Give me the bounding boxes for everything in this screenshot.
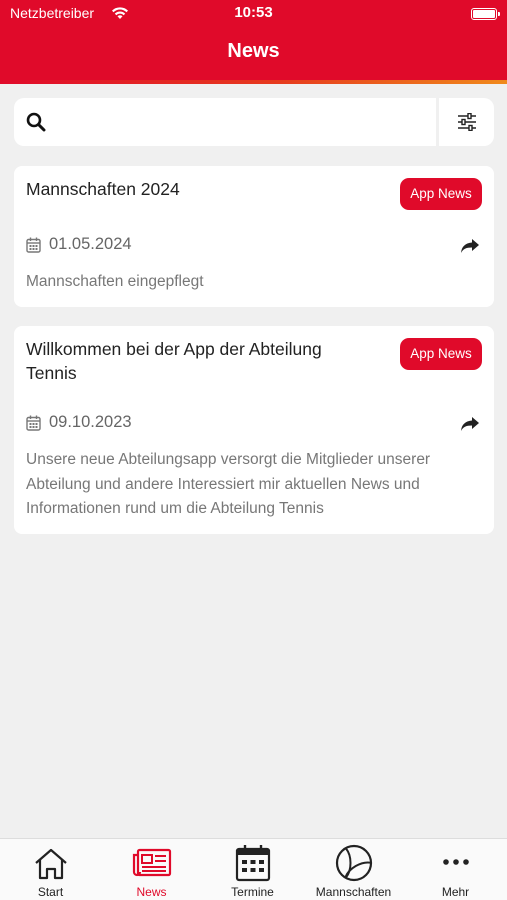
tab-mehr[interactable]: Mehr (405, 839, 506, 900)
news-date: 01.05.2024 (49, 235, 132, 253)
tab-label: Mehr (441, 885, 470, 899)
search-icon (26, 112, 46, 137)
search-bar (14, 98, 494, 146)
news-category-badge[interactable]: App News (400, 178, 482, 210)
search-box[interactable] (14, 98, 436, 146)
tab-termine[interactable]: Termine (202, 839, 303, 900)
sliders-icon (458, 113, 476, 131)
share-icon[interactable] (460, 238, 480, 259)
news-card[interactable]: Willkommen bei der App der Abteilung Ten… (14, 326, 494, 534)
news-category-badge[interactable]: App News (400, 338, 482, 370)
tab-label: Termine (231, 885, 274, 899)
home-icon (34, 848, 67, 880)
status-time: 10:53 (234, 4, 273, 21)
tab-label: Start (37, 885, 64, 899)
tab-label: Mannschaften (315, 885, 392, 899)
news-description: Mannschaften eingepflegt (26, 273, 204, 290)
news-card[interactable]: Mannschaften 2024 App News 01.05.2024 Ma… (14, 166, 494, 307)
news-title: Mannschaften 2024 (26, 179, 180, 199)
calendar-icon (26, 237, 41, 253)
filter-button[interactable] (439, 98, 494, 146)
tab-bar: Start News Termine Mannschaften Mehr (0, 838, 507, 900)
tennis-ball-icon (335, 844, 372, 882)
news-title: Willkommen bei der App der Abteilung Ten… (26, 339, 322, 383)
app-header: Netzbetreiber 10:53 News (0, 0, 507, 84)
calendar-icon (26, 415, 41, 431)
calendar-icon (235, 845, 270, 882)
tab-mannschaften[interactable]: Mannschaften (303, 839, 404, 900)
news-description: Unsere neue Abteilungsapp versorgt die M… (26, 451, 431, 517)
status-bar: Netzbetreiber 10:53 (0, 4, 507, 24)
search-input[interactable] (58, 106, 428, 138)
more-icon (442, 859, 469, 865)
news-date: 09.10.2023 (49, 413, 132, 431)
tab-start[interactable]: Start (0, 839, 101, 900)
tab-news[interactable]: News (101, 839, 202, 900)
battery-icon (471, 8, 500, 20)
newspaper-icon (132, 848, 171, 877)
tab-label: News (136, 885, 167, 899)
page-title: News (227, 40, 280, 62)
share-icon[interactable] (460, 416, 480, 437)
